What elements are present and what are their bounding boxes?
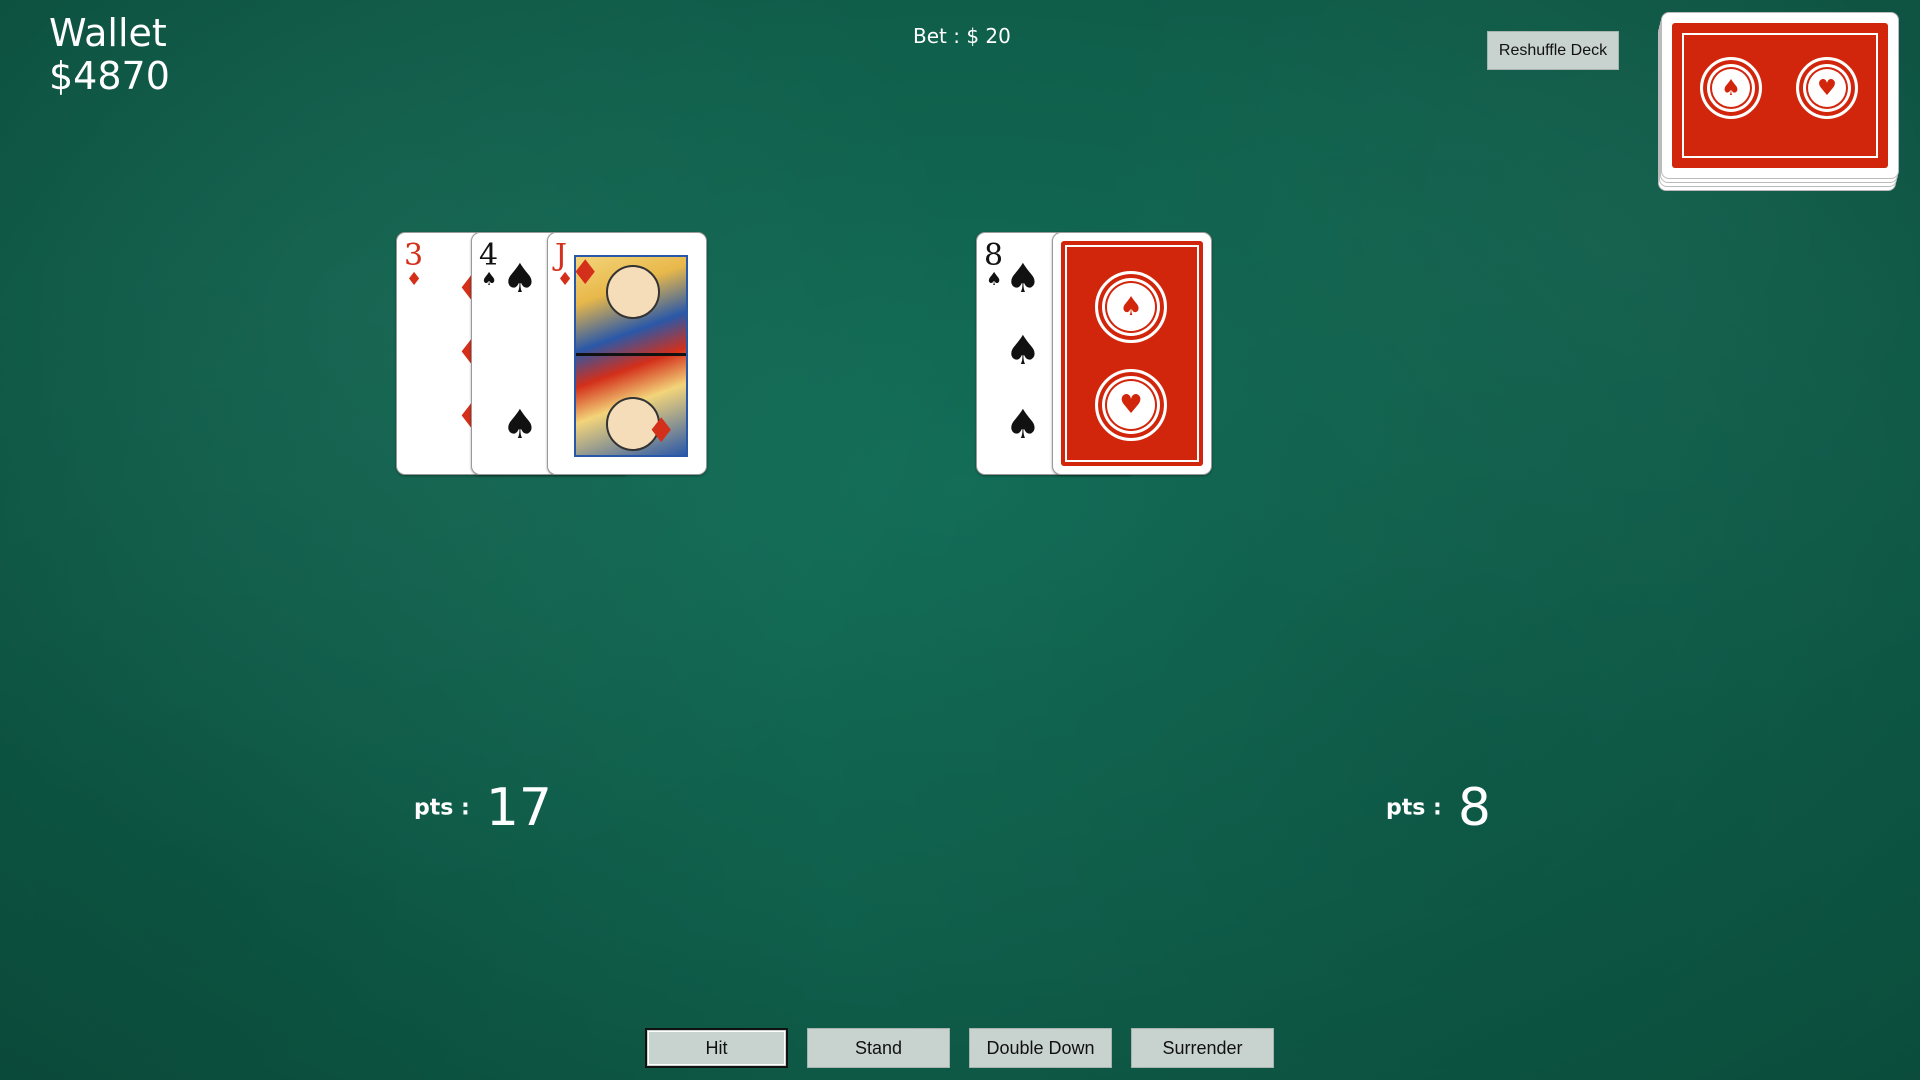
player-points-label: pts : <box>414 795 470 821</box>
heart-seal-icon: ♥ <box>1095 369 1167 441</box>
diamond-icon: ♦ <box>570 253 601 293</box>
spade-icon: ♠ <box>1005 256 1041 302</box>
spade-seal-icon: ♠ <box>1700 57 1762 119</box>
surrender-button[interactable]: Surrender <box>1131 1028 1274 1068</box>
draw-deck: ♠ ♥ <box>1658 12 1899 192</box>
wallet-display: Wallet $4870 <box>49 12 170 98</box>
stand-button[interactable]: Stand <box>807 1028 950 1068</box>
table-felt <box>0 0 1920 1080</box>
bet-display: Bet : $ 20 <box>913 24 1011 48</box>
wallet-label: Wallet <box>49 11 167 55</box>
spade-seal-icon: ♠ <box>1095 271 1167 343</box>
player-points: pts : 17 <box>414 778 552 838</box>
diamond-icon: ♦ <box>646 411 677 451</box>
wallet-amount: $4870 <box>49 54 170 98</box>
player-points-value: 17 <box>485 778 552 838</box>
deck-top-card-back: ♠ ♥ <box>1661 12 1899 179</box>
spade-icon: ♠ <box>502 402 538 448</box>
spade-icon: ♠ <box>502 256 538 302</box>
reshuffle-deck-button[interactable]: Reshuffle Deck <box>1487 31 1619 70</box>
card-rank: J <box>555 238 568 273</box>
dealer-card-face-down: ♠ ♥ <box>1052 232 1212 475</box>
hit-button[interactable]: Hit <box>645 1028 788 1068</box>
double-down-button[interactable]: Double Down <box>969 1028 1112 1068</box>
spade-icon: ♠ <box>1005 328 1041 374</box>
dealer-points-value: 8 <box>1457 778 1491 838</box>
card-rank: 4 <box>479 238 499 273</box>
spade-icon: ♠ <box>481 269 498 290</box>
card-rank: 8 <box>984 238 1004 273</box>
spade-icon: ♠ <box>1005 402 1041 448</box>
card-rank: 3 <box>404 238 424 273</box>
dealer-points-label: pts : <box>1386 795 1442 821</box>
spade-icon: ♠ <box>986 269 1003 290</box>
diamond-icon: ♦ <box>406 269 423 290</box>
player-card-3: J ♦ ♦ ♦ <box>547 232 707 475</box>
heart-seal-icon: ♥ <box>1796 57 1858 119</box>
dealer-points: pts : 8 <box>1386 778 1491 838</box>
